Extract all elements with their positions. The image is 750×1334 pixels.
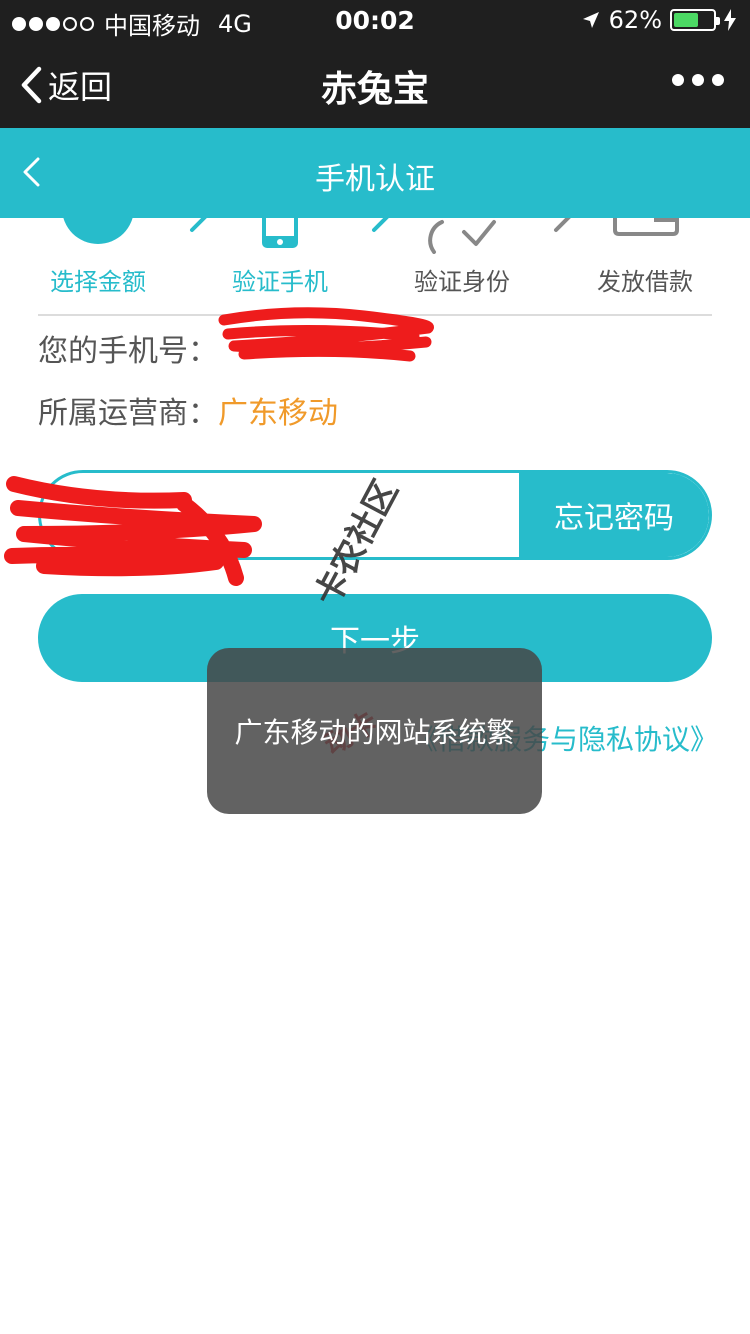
phone-number-row: 您的手机号： xyxy=(38,326,218,370)
password-input[interactable] xyxy=(71,493,511,539)
toast-text: 广东移动的网站系统繁 xyxy=(234,716,515,749)
charging-icon xyxy=(724,9,736,31)
plus-circle-icon xyxy=(63,218,133,244)
step-verify-identity: 验证身份 xyxy=(414,268,510,296)
progress-steps: 选择金额 验证手机 验证身份 发放借款 xyxy=(0,218,750,314)
more-dot-icon xyxy=(692,74,704,86)
step-arrow-icon xyxy=(190,218,207,232)
wallet-icon xyxy=(613,218,679,236)
section-divider xyxy=(38,314,712,316)
step-verify-phone: 验证手机 xyxy=(232,268,328,296)
status-right: 62% xyxy=(581,6,736,34)
location-arrow-icon xyxy=(582,12,599,28)
battery-fill xyxy=(674,13,698,27)
toast-message: 广东移动的网站系统繁 xyxy=(207,648,542,814)
battery-percent: 62% xyxy=(608,6,662,34)
step-select-amount: 选择金额 xyxy=(50,268,146,296)
app-title: 赤兔宝 xyxy=(320,69,429,110)
status-bar: 中国移动 4G 00:02 62% xyxy=(0,0,750,40)
page-title: 手机认证 xyxy=(315,162,435,197)
sub-header: 手机认证 xyxy=(0,128,750,218)
battery-icon xyxy=(670,9,720,31)
more-dot-icon xyxy=(712,74,724,86)
phone-number-label: 您的手机号： xyxy=(38,334,218,369)
id-check-icon xyxy=(428,220,496,254)
phone-icon xyxy=(262,218,298,248)
carrier-value: 广东移动 xyxy=(218,396,338,431)
step-disburse-loan: 发放借款 xyxy=(597,268,693,296)
more-dot-icon xyxy=(672,74,684,86)
more-menu-button[interactable] xyxy=(672,74,724,86)
carrier-label: 所属运营商： xyxy=(38,396,218,431)
nav-bar: 返回 赤兔宝 xyxy=(0,40,750,128)
carrier-row: 所属运营商：广东移动 xyxy=(38,388,338,432)
forgot-password-button[interactable]: 忘记密码 xyxy=(519,473,709,557)
step-arrow-icon xyxy=(372,218,389,232)
step-arrow-icon xyxy=(554,218,571,232)
